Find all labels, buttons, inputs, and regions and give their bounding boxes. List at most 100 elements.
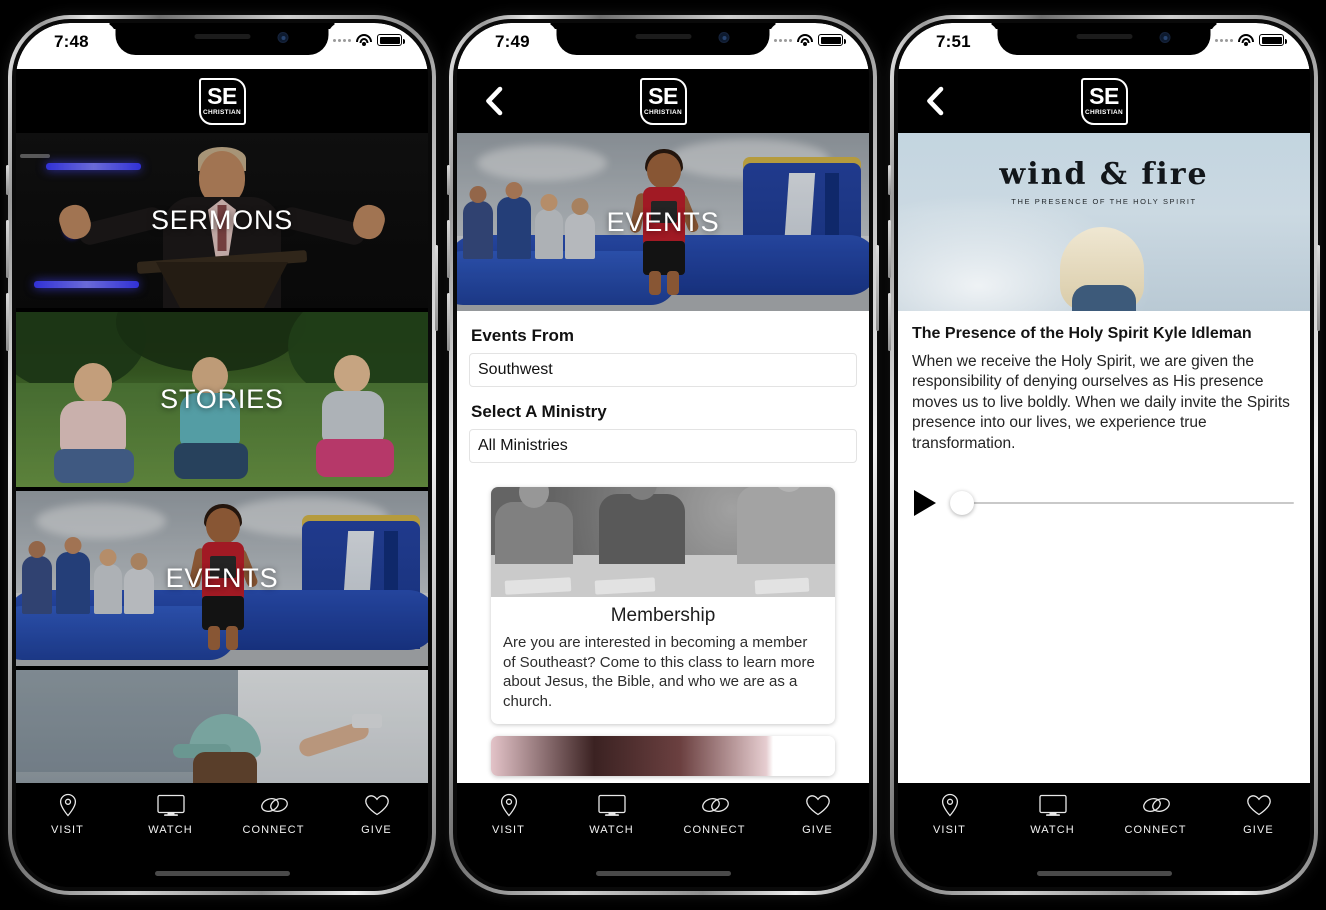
signal-dots-icon [1215,38,1233,42]
volume-up-button[interactable] [447,220,450,278]
logo-secondary-text: CHRISTIAN [643,109,683,117]
status-bar: 7:51 [898,23,1310,69]
tab-visit[interactable]: VISIT [898,793,1001,836]
tab-visit[interactable]: VISIT [457,793,560,836]
series-title: wind & fire [999,157,1209,192]
logo-primary-text: SE [1089,83,1119,110]
logo-secondary-text: CHRISTIAN [202,109,242,117]
tab-give[interactable]: GIVE [1207,793,1310,836]
home-content: SERMONS STORIES EVENTS [16,133,428,783]
tab-give[interactable]: GIVE [766,793,869,836]
signal-dots-icon [333,38,351,42]
phone1-screen: 7:48 SE CHRISTIAN SERMONS STORIES EVENTS… [16,23,428,887]
tile-label: SERMONS [150,205,294,235]
logo-primary-text: SE [648,83,678,110]
event-card-next-partial[interactable] [491,736,835,776]
tile-label: STORIES [160,384,284,414]
tile-label: EVENTS [165,563,279,593]
linked-rings-icon [1140,793,1172,817]
event-list[interactable]: Membership Are you are interested in bec… [457,477,869,783]
power-button[interactable] [435,245,438,331]
heart-icon [364,793,390,817]
volume-down-button[interactable] [888,293,891,351]
event-card-body: Membership Are you are interested in bec… [491,597,835,724]
status-bar: 7:48 [16,23,428,69]
notch [115,23,329,55]
event-filters: Events From Southwest Select A Ministry … [457,311,869,477]
tab-watch[interactable]: WATCH [560,793,663,836]
tab-visit[interactable]: VISIT [16,793,119,836]
tab-bar: VISIT WATCH CONNECT GIVE [457,783,869,859]
events-hero-image: EVENTS [457,133,869,311]
art-men-studying-bible [491,487,835,597]
tab-connect[interactable]: CONNECT [663,793,766,836]
volume-down-button[interactable] [447,293,450,351]
earpiece-speaker [194,34,250,39]
play-triangle-icon[interactable] [914,490,936,517]
hero-label: EVENTS [606,206,720,237]
tab-label: CONNECT [1124,824,1187,836]
wifi-icon [797,34,813,46]
logo-secondary-text: CHRISTIAN [1084,109,1124,117]
mute-switch[interactable] [6,165,9,195]
series-artwork-text: wind & fire THE PRESENCE OF THE HOLY SPI… [898,157,1310,206]
battery-full-icon [818,34,846,46]
front-camera [718,32,730,43]
power-button[interactable] [1317,245,1320,331]
tab-watch[interactable]: WATCH [1001,793,1104,836]
sermon-title: The Presence of the Holy Spirit Kyle Idl… [912,325,1252,342]
tab-label: GIVE [1243,824,1274,836]
home-indicator[interactable] [898,859,1310,887]
home-indicator[interactable] [16,859,428,887]
nav-bar: SE CHRISTIAN [16,69,428,133]
earpiece-speaker [1076,34,1132,39]
status-indicators [774,34,846,46]
location-pin-icon [58,793,78,817]
battery-full-icon [377,34,405,46]
slider-track [950,502,1294,505]
tab-label: GIVE [802,824,833,836]
tab-label: WATCH [589,824,634,836]
tile-stories[interactable]: STORIES [16,312,428,487]
volume-up-button[interactable] [6,220,9,278]
phone3-screen: 7:51 SE CHRISTIAN wind & fire THE PRESEN… [898,23,1310,887]
logo-primary-text: SE [207,83,237,110]
phone2-screen: 7:49 SE CHRISTIAN EVENTS Events From Sou… [457,23,869,887]
tile-events[interactable]: EVENTS [16,491,428,666]
slider-thumb[interactable] [950,491,974,516]
select-a-ministry-select[interactable]: All Ministries [469,429,857,463]
back-chevron-icon[interactable] [920,86,950,116]
sermon-hero-image[interactable]: wind & fire THE PRESENCE OF THE HOLY SPI… [898,133,1310,311]
sermon-description: When we receive the Holy Spirit, we are … [912,353,1290,452]
heart-icon [1246,793,1272,817]
volume-down-button[interactable] [6,293,9,351]
sermon-detail-panel: The Presence of the Holy Spirit Kyle Idl… [898,311,1310,783]
status-time: 7:51 [936,32,971,51]
status-bar: 7:49 [457,23,869,69]
mute-switch[interactable] [888,165,891,195]
tab-connect[interactable]: CONNECT [1104,793,1207,836]
tab-watch[interactable]: WATCH [119,793,222,836]
home-indicator[interactable] [457,859,869,887]
event-title: Membership [610,605,716,626]
progress-slider[interactable] [950,490,1294,516]
status-indicators [333,34,405,46]
tile-label [16,670,428,783]
screenshot-stage: 7:48 SE CHRISTIAN SERMONS STORIES EVENTS… [0,0,1326,910]
events-from-select[interactable]: Southwest [469,353,857,387]
phone-sermon-detail: 7:51 SE CHRISTIAN wind & fire THE PRESEN… [888,15,1320,895]
tab-label: CONNECT [242,824,305,836]
event-card-image [491,487,835,597]
tab-give[interactable]: GIVE [325,793,428,836]
status-time: 7:49 [495,32,530,51]
tile-sermons[interactable]: SERMONS [16,133,428,308]
se-christian-logo: SE CHRISTIAN [1080,77,1128,125]
event-card-membership[interactable]: Membership Are you are interested in bec… [491,487,835,724]
tile-serve[interactable] [16,670,428,783]
back-chevron-icon[interactable] [479,86,509,116]
tab-label: CONNECT [683,824,746,836]
volume-up-button[interactable] [888,220,891,278]
power-button[interactable] [876,245,879,331]
tab-connect[interactable]: CONNECT [222,793,325,836]
mute-switch[interactable] [447,165,450,195]
